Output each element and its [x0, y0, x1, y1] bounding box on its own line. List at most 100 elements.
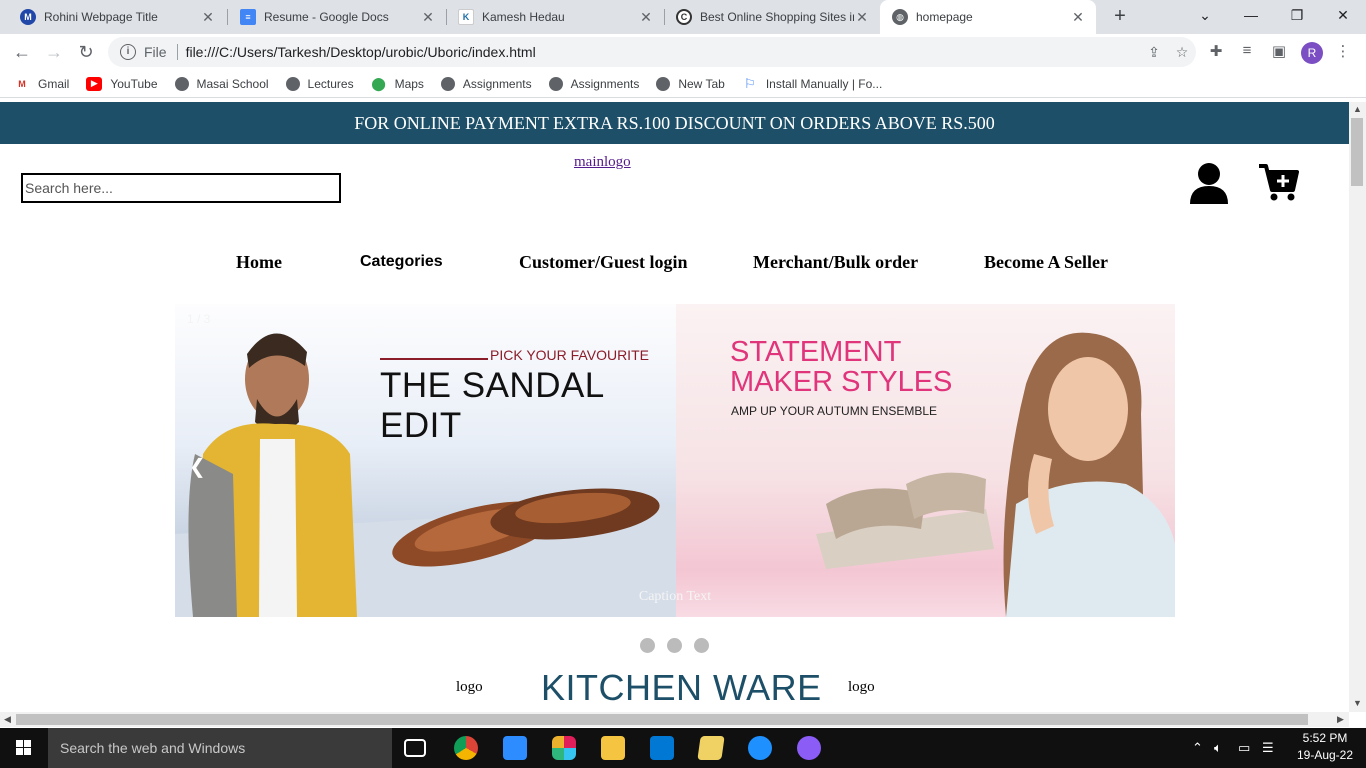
flag-icon: ⚐ [743, 75, 756, 91]
bookmark-lectures[interactable]: Lectures [285, 76, 354, 91]
battery-icon[interactable]: ▭ [1238, 728, 1250, 768]
address-bar[interactable]: i File file:///C:/Users/Tarkesh/Desktop/… [108, 37, 1196, 67]
slack-icon[interactable] [552, 736, 576, 760]
youtube-icon: ▶ [86, 76, 103, 91]
slider-dot-3[interactable] [694, 638, 710, 653]
bookmarks-bar: M Gmail ▶ YouTube Masai School Lectures ⬤ M… [0, 70, 1366, 98]
close-icon[interactable]: ✕ [638, 9, 654, 26]
nav-categories[interactable]: Categories [360, 253, 443, 271]
slide1-headline: THE SANDAL EDIT [380, 366, 604, 445]
bookmark-youtube[interactable]: ▶ YouTube [86, 76, 158, 91]
tray-chevron-icon[interactable]: ⌃ [1192, 728, 1203, 768]
tab-title: Rohini Webpage Title [44, 10, 158, 24]
close-icon[interactable]: ✕ [420, 9, 436, 26]
site-header: mainlogo Home Categories Customer/Guest … [0, 144, 1349, 272]
tab-title: homepage [916, 10, 973, 24]
bookmark-masai[interactable]: Masai School [174, 76, 269, 91]
user-account-icon[interactable] [1188, 162, 1230, 206]
tab-search-chevron-icon[interactable]: ⌄ [1182, 0, 1228, 30]
task-view-icon[interactable] [404, 739, 426, 757]
decor-line [380, 358, 488, 360]
tab-shopping[interactable]: C Best Online Shopping Sites in ✕ [664, 0, 880, 34]
gmail-icon: M [14, 76, 30, 91]
main-logo[interactable]: mainlogo [574, 154, 631, 171]
tab-title: Best Online Shopping Sites in [700, 10, 854, 24]
slide2-line2: MAKER STYLES [730, 366, 953, 398]
horizontal-scroll-thumb[interactable] [16, 714, 1308, 725]
globe-icon [285, 76, 300, 91]
bookmark-maps[interactable]: ⬤ Maps [371, 75, 424, 91]
edge-icon[interactable] [748, 736, 772, 760]
tab-resume[interactable]: ≡ Resume - Google Docs ✕ [228, 0, 446, 34]
tab-rohini[interactable]: M Rohini Webpage Title ✕ [8, 0, 226, 34]
close-icon[interactable]: ✕ [200, 9, 216, 26]
vscode-icon[interactable] [650, 736, 674, 760]
media-queue-icon[interactable]: ≡ [1236, 42, 1258, 62]
slider-dot-2[interactable] [667, 638, 682, 653]
share-icon[interactable]: ⇪ [1140, 44, 1168, 61]
windows-start-icon[interactable] [0, 728, 48, 768]
vertical-scroll-thumb[interactable] [1351, 118, 1363, 186]
tab-homepage[interactable]: ◍ homepage ✕ [880, 0, 1096, 34]
menu-kebab-icon[interactable]: ⋮ [1332, 42, 1354, 62]
sticky-notes-icon[interactable] [697, 736, 725, 760]
nav-merchant-bulk[interactable]: Merchant/Bulk order [753, 252, 918, 273]
tab-title: Resume - Google Docs [264, 10, 389, 24]
reload-icon[interactable]: ↻ [74, 40, 98, 64]
profile-avatar[interactable]: R [1301, 42, 1323, 64]
taskbar-clock[interactable]: 5:52 PM 19-Aug-22 [1290, 730, 1360, 764]
vertical-scrollbar[interactable]: ▲ ▼ [1349, 102, 1366, 712]
slide-caption: Caption Text [638, 589, 712, 604]
forward-icon[interactable]: → [42, 40, 66, 64]
info-icon[interactable]: i [120, 44, 136, 60]
bookmark-install[interactable]: ⚐ Install Manually | Fo... [742, 75, 882, 91]
hero-slider: PICK YOUR FAVOURITE THE SANDAL EDIT STAT… [175, 304, 1175, 617]
nav-customer-login[interactable]: Customer/Guest login [519, 252, 688, 273]
zoom-icon[interactable] [503, 736, 527, 760]
file-explorer-icon[interactable] [601, 736, 625, 760]
bookmark-new-tab[interactable]: New Tab [656, 76, 725, 91]
logo-right: logo [848, 679, 875, 695]
close-icon[interactable]: ✕ [854, 9, 870, 26]
bookmark-assignments-2[interactable]: Assignments [548, 76, 639, 91]
scroll-down-icon[interactable]: ▼ [1353, 698, 1362, 708]
bookmark-gmail[interactable]: M Gmail [14, 76, 69, 91]
nav-become-seller[interactable]: Become A Seller [984, 252, 1108, 273]
bookmark-assignments-1[interactable]: Assignments [440, 76, 532, 91]
globe-icon [548, 76, 563, 91]
close-icon[interactable]: ✕ [1070, 9, 1086, 26]
scheme-label: File [144, 44, 167, 60]
chrome-icon[interactable] [454, 736, 478, 760]
scroll-right-icon[interactable]: ▶ [1337, 714, 1344, 725]
scroll-left-icon[interactable]: ◀ [4, 714, 11, 725]
side-panel-icon[interactable]: ▣ [1268, 42, 1290, 62]
prev-slide-arrow-icon[interactable]: ❮ [189, 454, 206, 479]
github-desktop-icon[interactable] [797, 736, 821, 760]
close-window-button[interactable]: ✕ [1320, 0, 1366, 30]
restore-button[interactable]: ❐ [1274, 0, 1320, 30]
notifications-icon[interactable]: ☰ [1262, 728, 1274, 768]
tab-strip: M Rohini Webpage Title ✕ ≡ Resume - Goog… [0, 0, 1366, 34]
slide2-headline: STATEMENT MAKER STYLES [730, 337, 952, 397]
slider-dot-1[interactable] [639, 638, 655, 653]
tab-kamesh[interactable]: K Kamesh Hedau ✕ [446, 0, 664, 34]
volume-icon[interactable]: 🔈︎ [1214, 728, 1222, 768]
url-text[interactable]: file:///C:/Users/Tarkesh/Desktop/urobic/… [186, 44, 1140, 60]
slide-sandal-edit: PICK YOUR FAVOURITE THE SANDAL EDIT [175, 304, 676, 617]
maps-icon: ⬤ [371, 75, 386, 91]
bookmark-star-icon[interactable]: ☆ [1168, 44, 1196, 61]
back-icon[interactable]: ← [10, 40, 34, 64]
clock-time: 5:52 PM [1302, 731, 1348, 745]
taskbar-search[interactable]: Search the web and Windows [48, 728, 392, 768]
slide2-subtitle: AMP UP YOUR AUTUMN ENSEMBLE [731, 404, 938, 418]
cart-add-icon[interactable] [1257, 162, 1299, 202]
scroll-up-icon[interactable]: ▲ [1353, 104, 1362, 114]
clock-date: 19-Aug-22 [1296, 748, 1354, 762]
minimize-button[interactable]: — [1228, 0, 1274, 30]
extensions-icon[interactable]: ✚ [1205, 42, 1227, 62]
new-tab-button[interactable]: + [1108, 5, 1132, 29]
search-input[interactable] [21, 173, 341, 203]
slide-counter: 1 / 3 [187, 312, 211, 326]
horizontal-scrollbar[interactable]: ◀ ▶ [0, 712, 1349, 727]
nav-home[interactable]: Home [236, 252, 282, 273]
